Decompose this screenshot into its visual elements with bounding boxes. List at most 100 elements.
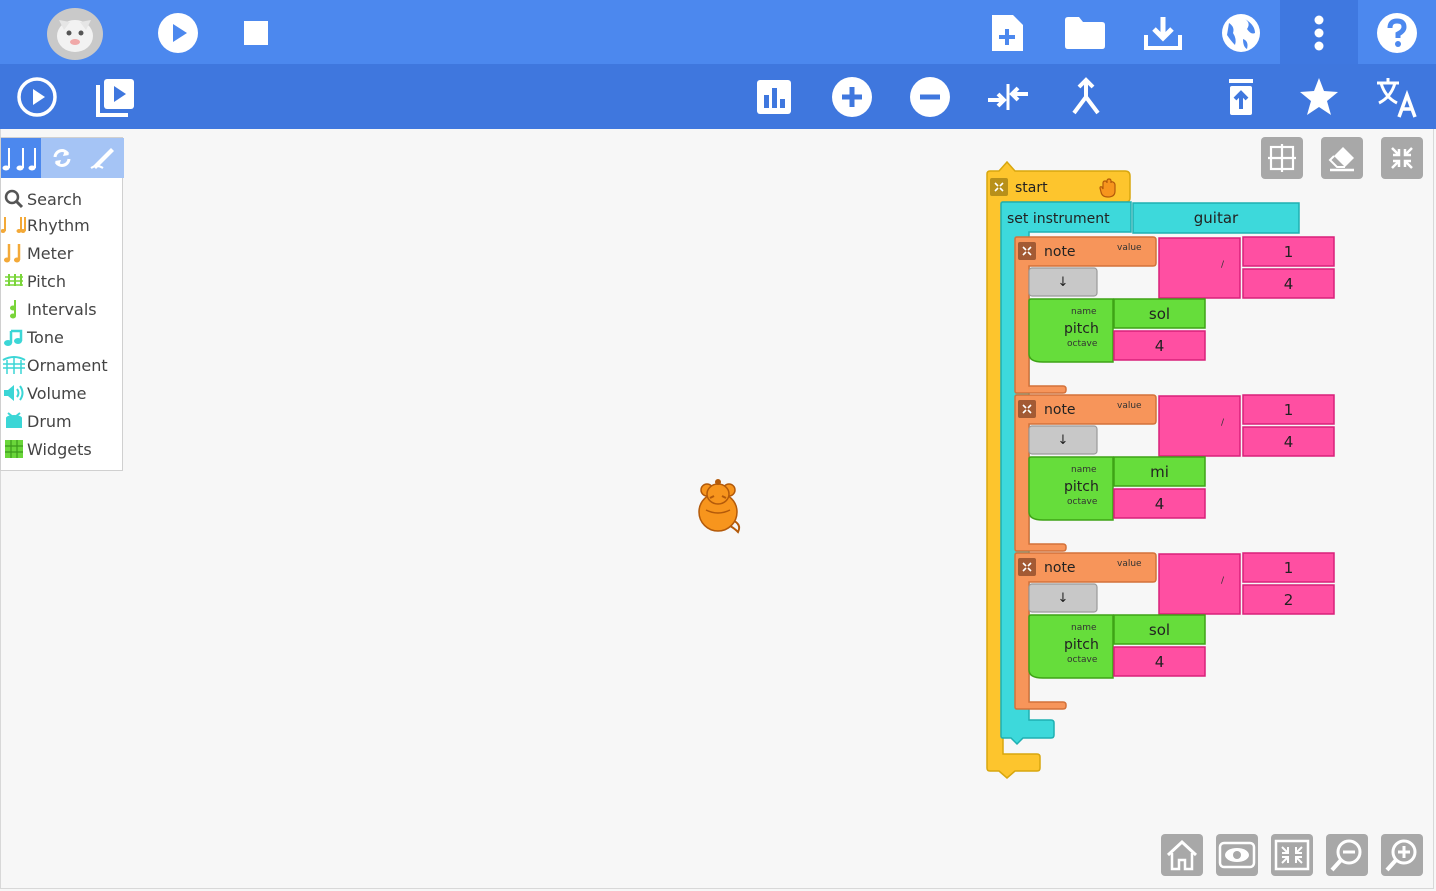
pitch-octave-value[interactable]: 4 [1114, 489, 1205, 518]
pitch-octave-value[interactable]: 4 [1114, 647, 1205, 676]
tone-icon [1, 327, 27, 347]
mouse-sprite[interactable] [696, 476, 744, 534]
divide-symbol: / [1221, 418, 1225, 428]
palette-item-label: Ornament [27, 355, 108, 375]
meter-icon [1, 242, 27, 264]
palette-item-label: Widgets [27, 439, 92, 459]
more-menu-icon[interactable] [1295, 9, 1343, 57]
shrink-blocks-icon[interactable] [906, 73, 954, 121]
palette-item-search[interactable]: Search [1, 186, 82, 212]
rest-arrow[interactable]: ↓ [1029, 426, 1097, 454]
palette-item-label: Search [27, 189, 82, 209]
palette-item-label: Pitch [27, 271, 66, 291]
palette-item-volume[interactable]: Volume [1, 380, 87, 406]
eye-icon [1218, 841, 1256, 869]
note-block[interactable]: note value / 1 4 ↓ name pitch octave sol… [1013, 236, 1343, 396]
note-denominator[interactable]: 4 [1243, 427, 1334, 456]
start-collapse-icon[interactable] [990, 178, 1008, 196]
palette-item-pitch[interactable]: Pitch [1, 268, 66, 294]
run-slowly-icon[interactable] [13, 73, 61, 121]
zoom-out-icon [1330, 839, 1362, 872]
divide-symbol: / [1221, 576, 1225, 586]
run-hand-icon[interactable] [1097, 177, 1119, 203]
palette-item-rhythm[interactable]: Rhythm [1, 212, 90, 238]
search-icon [1, 189, 27, 209]
new-project-icon[interactable] [983, 9, 1031, 57]
volume-icon [1, 384, 27, 402]
pitch-name-value[interactable]: sol [1114, 615, 1205, 644]
rhythm-icon [1, 215, 27, 235]
palette-item-widgets[interactable]: Widgets [1, 436, 92, 462]
save-project-icon[interactable] [1139, 9, 1187, 57]
note-denominator[interactable]: 4 [1243, 269, 1334, 298]
drum-icon [1, 411, 27, 431]
palette-item-label: Tone [27, 327, 64, 347]
pitch-octave-label: octave [1067, 497, 1098, 507]
enlarge-blocks-icon[interactable] [828, 73, 876, 121]
rest-arrow[interactable]: ↓ [1029, 584, 1097, 612]
note-numerator[interactable]: 1 [1243, 553, 1334, 582]
zoom-in-icon [1385, 839, 1417, 872]
help-icon[interactable] [1373, 9, 1421, 57]
zoom-out-button[interactable] [1326, 834, 1368, 876]
run-step-icon[interactable] [91, 73, 139, 121]
pitch-name-label: name [1071, 307, 1097, 317]
note-block[interactable]: note value / 1 4 ↓ name pitch octave mi … [1013, 394, 1343, 554]
palette-item-tone[interactable]: Tone [1, 324, 64, 350]
divide-symbol: / [1221, 260, 1225, 270]
note-collapse-icon[interactable] [1018, 242, 1036, 260]
play-icon[interactable] [154, 9, 202, 57]
note-label: note [1044, 560, 1076, 576]
merge-icon[interactable] [1062, 73, 1110, 121]
pitch-name-value[interactable]: mi [1114, 457, 1205, 486]
palette-item-meter[interactable]: Meter [1, 240, 73, 266]
note-collapse-icon[interactable] [1018, 558, 1036, 576]
pitch-octave-label: octave [1067, 339, 1098, 349]
palette-item-label: Intervals [27, 299, 97, 319]
hide-blocks-button[interactable] [1216, 834, 1258, 876]
pitch-label: pitch [1064, 637, 1099, 653]
load-project-icon[interactable] [1061, 9, 1109, 57]
pitch-name-label: name [1071, 623, 1097, 633]
palette-item-ornament[interactable]: Ornament [1, 352, 108, 378]
palette-item-drum[interactable]: Drum [1, 408, 72, 434]
tab-music[interactable] [1, 138, 41, 178]
pitch-name-label: name [1071, 465, 1097, 475]
note-block[interactable]: note value / 1 2 ↓ name pitch octave sol… [1013, 552, 1343, 712]
widgets-icon [1, 439, 27, 459]
note-numerator[interactable]: 1 [1243, 395, 1334, 424]
pitch-octave-value[interactable]: 4 [1114, 331, 1205, 360]
palette-item-intervals[interactable]: Intervals [1, 296, 97, 322]
tab-artwork[interactable] [82, 138, 124, 178]
home-icon [1166, 839, 1198, 871]
intervals-icon [1, 298, 27, 320]
collapse-blocks-icon[interactable] [984, 73, 1032, 121]
collapse-all-button[interactable] [1271, 834, 1313, 876]
restore-trash-icon[interactable] [1217, 73, 1265, 121]
instrument-value[interactable]: guitar [1133, 203, 1299, 233]
collapse-blocks-icon [1274, 839, 1310, 871]
note-numerator[interactable]: 1 [1243, 237, 1334, 266]
value-label: value [1117, 243, 1142, 253]
stop-icon[interactable] [232, 9, 280, 57]
note-denominator[interactable]: 2 [1243, 585, 1334, 614]
note-label: note [1044, 244, 1076, 260]
tab-flow[interactable] [41, 138, 82, 178]
statistics-icon[interactable] [750, 73, 798, 121]
palette-tabs [1, 138, 124, 178]
planet-icon[interactable] [1217, 9, 1265, 57]
rest-arrow[interactable]: ↓ [1029, 268, 1097, 296]
collapse-canvas-button[interactable] [1381, 137, 1423, 179]
language-icon[interactable] [1373, 73, 1421, 121]
palette-item-label: Volume [27, 383, 87, 403]
home-button[interactable] [1161, 834, 1203, 876]
zoom-in-button[interactable] [1381, 834, 1423, 876]
value-label: value [1117, 401, 1142, 411]
pitch-name-value[interactable]: sol [1114, 299, 1205, 328]
collapse-icon [1391, 147, 1413, 169]
note-collapse-icon[interactable] [1018, 400, 1036, 418]
palette-item-label: Meter [27, 243, 74, 263]
logo-icon[interactable] [46, 6, 104, 60]
note-label: note [1044, 402, 1076, 418]
favorites-icon[interactable] [1295, 73, 1343, 121]
